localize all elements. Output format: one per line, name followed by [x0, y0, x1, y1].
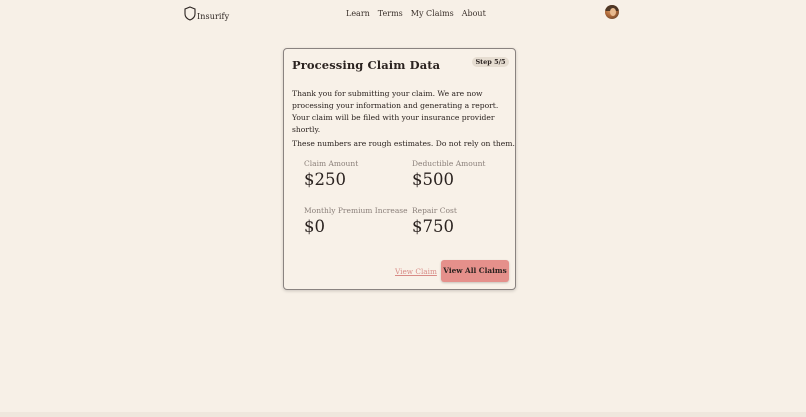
page-bottom-strip	[0, 412, 806, 417]
nav-link-terms[interactable]: Terms	[378, 9, 403, 18]
view-all-claims-button[interactable]: View All Claims	[441, 260, 509, 282]
stat-repair-cost: Repair Cost $750	[412, 206, 457, 236]
brand-logo[interactable]: Insurify	[184, 6, 229, 21]
top-nav-bar: Insurify Learn Terms My Claims About	[0, 0, 806, 28]
view-claim-link[interactable]: View Claim	[395, 267, 437, 276]
stat-deductible-amount: Deductible Amount $500	[412, 159, 485, 189]
nav-link-learn[interactable]: Learn	[346, 9, 370, 18]
stat-label: Claim Amount	[304, 159, 359, 168]
stat-label: Repair Cost	[412, 206, 457, 215]
main-nav: Learn Terms My Claims About	[346, 9, 486, 18]
processing-claim-card: Processing Claim Data Step 5/5 Thank you…	[283, 48, 516, 290]
stat-claim-amount: Claim Amount $250	[304, 159, 358, 189]
user-avatar[interactable]	[605, 5, 619, 19]
card-title: Processing Claim Data	[292, 58, 441, 72]
stat-label: Monthly Premium Increase	[304, 206, 408, 215]
estimate-disclaimer: These numbers are rough estimates. Do no…	[292, 139, 515, 148]
stat-value: $0	[304, 217, 325, 236]
shield-logo-icon	[184, 6, 196, 21]
nav-link-my-claims[interactable]: My Claims	[411, 9, 454, 18]
step-badge: Step 5/5	[472, 57, 509, 67]
card-description: Thank you for submitting your claim. We …	[292, 89, 499, 134]
stat-value: $750	[412, 217, 454, 236]
stat-monthly-premium-increase: Monthly Premium Increase $0	[304, 206, 408, 236]
stat-value: $250	[304, 170, 346, 189]
brand-name: Insurify	[197, 11, 230, 21]
stat-value: $500	[412, 170, 454, 189]
nav-link-about[interactable]: About	[462, 9, 486, 18]
stat-label: Deductible Amount	[412, 159, 486, 168]
